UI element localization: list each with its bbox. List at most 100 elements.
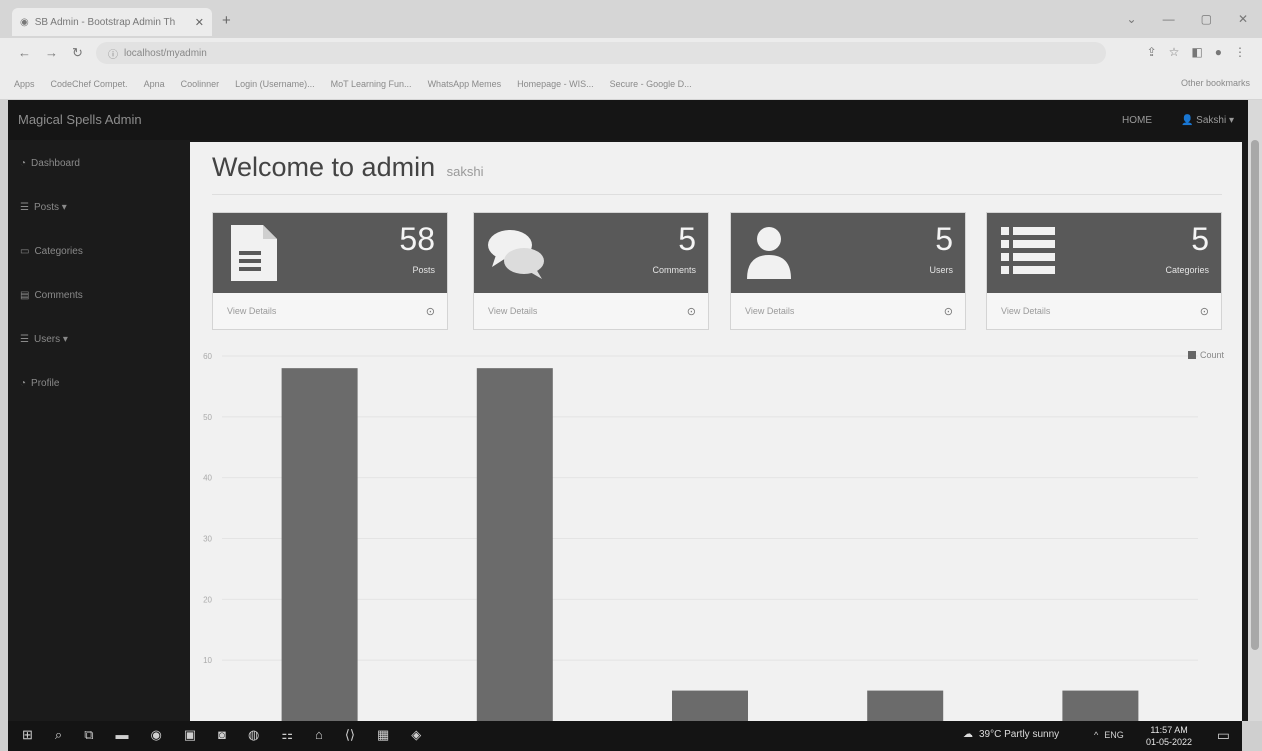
cloud-icon: ☁ — [963, 729, 973, 740]
language-indicator[interactable]: ENG — [1104, 730, 1124, 740]
chevron-up-icon[interactable]: ^ — [1094, 730, 1098, 740]
view-details-link[interactable]: View Details ⊙ — [731, 293, 965, 331]
chart-bar[interactable] — [1062, 690, 1139, 721]
minimize-icon[interactable]: — — [1163, 12, 1175, 26]
view-details-link[interactable]: View Details ⊙ — [474, 293, 708, 331]
notification-icon[interactable]: ▭ — [1217, 727, 1230, 744]
app-icon[interactable]: ▦ — [377, 727, 389, 743]
user-menu[interactable]: 👤 Sakshi ▾ — [1181, 115, 1234, 126]
close-icon[interactable]: ✕ — [1238, 12, 1248, 26]
page-title: Welcome to admin sakshi — [212, 152, 483, 183]
globe-icon: ◉ — [20, 16, 29, 28]
bookmark-item[interactable]: CodeChef Compet. — [51, 79, 128, 89]
bookmark-item[interactable]: WhatsApp Memes — [428, 79, 502, 89]
forward-arrow-icon[interactable]: → — [45, 45, 58, 61]
back-arrow-icon[interactable]: ← — [18, 45, 31, 61]
browser-action-icons: ⇪ ☆ ◧ ● ⋮ — [1147, 45, 1246, 59]
task-view-icon[interactable]: ⧉ — [84, 727, 93, 743]
app-icon[interactable]: ⌂ — [315, 727, 323, 743]
bookmark-item[interactable]: Secure - Google D... — [610, 79, 692, 89]
chrome-icon[interactable]: ◉ — [150, 727, 161, 743]
bookmark-item[interactable]: MoT Learning Fun... — [331, 79, 412, 89]
user-icon — [747, 227, 791, 279]
top-navbar: Magical Spells Admin HOME 👤 Sakshi ▾ — [8, 100, 1248, 140]
browser-tab[interactable]: ◉ SB Admin - Bootstrap Admin Th ✕ — [12, 8, 212, 36]
app-icon[interactable]: ◈ — [411, 727, 421, 743]
new-tab-button[interactable]: + — [222, 12, 231, 29]
taskbar-clock[interactable]: 11:57 AM 01-05-2022 — [1146, 724, 1192, 748]
y-tick-label: 60 — [203, 352, 212, 361]
profile-avatar-icon[interactable]: ● — [1215, 45, 1222, 59]
chart-bar[interactable] — [476, 368, 553, 721]
card-label: Users — [929, 265, 953, 275]
reload-icon[interactable]: ↻ — [72, 45, 83, 61]
sidebar: ◔ Dashboard ☰ Posts ▾ ▭ Categories ▤ Com… — [8, 140, 190, 721]
view-details-text: View Details — [745, 306, 795, 316]
chart-bar[interactable] — [672, 690, 748, 721]
star-icon[interactable]: ☆ — [1169, 45, 1180, 59]
sidebar-item-label: Categories — [34, 246, 83, 257]
chevron-down-icon[interactable]: ⌄ — [1127, 12, 1137, 26]
other-bookmarks[interactable]: Other bookmarks — [1181, 78, 1250, 88]
menu-dots-icon[interactable]: ⋮ — [1234, 45, 1246, 59]
legend-swatch — [1187, 351, 1196, 359]
address-bar-row: ← → ↻ ⓘ localhost/myadmin ⇪ ☆ ◧ ● ⋮ — [0, 38, 1262, 68]
windows-taskbar: ⊞ ⌕ ⧉ ▬ ◉ ▣ ◙ ◍ ⚏ ⌂ ⟨⟩ ▦ ◈ ☁ 39°C Partly… — [8, 721, 1242, 751]
user-icon: 👤 — [1180, 115, 1194, 126]
app-icon[interactable]: ▣ — [184, 727, 196, 743]
address-input[interactable]: ⓘ localhost/myadmin — [96, 42, 1106, 64]
bookmark-item[interactable]: Login (Username)... — [235, 79, 315, 89]
brand-title[interactable]: Magical Spells Admin — [18, 112, 142, 127]
chart-bar[interactable] — [281, 368, 358, 721]
view-details-link[interactable]: View Details ⊙ — [213, 293, 447, 331]
sidebar-item-comments[interactable]: ▤ Comments — [20, 290, 83, 301]
file-icon: ▤ — [20, 290, 30, 301]
scrollbar-thumb[interactable] — [1251, 140, 1259, 650]
arrow-circle-right-icon: ⊙ — [686, 306, 696, 318]
caret-down-icon: ▾ — [1228, 115, 1234, 126]
document-icon — [231, 225, 277, 281]
sidebar-item-label: Profile — [31, 378, 60, 389]
arrow-circle-right-icon: ⊙ — [425, 306, 435, 318]
bookmark-item[interactable]: Apps — [14, 79, 35, 89]
sidebar-item-categories[interactable]: ▭ Categories — [20, 246, 83, 257]
window-controls: ⌄ — ▢ ✕ — [1127, 12, 1248, 26]
view-details-link[interactable]: View Details ⊙ — [987, 293, 1221, 331]
card-label: Posts — [412, 265, 435, 275]
maximize-icon[interactable]: ▢ — [1201, 12, 1212, 26]
search-icon[interactable]: ⌕ — [55, 727, 62, 743]
extension-icon[interactable]: ◧ — [1191, 45, 1202, 59]
y-tick-label: 40 — [203, 474, 212, 483]
comment-icon: ▭ — [20, 246, 30, 257]
windows-start-icon[interactable]: ⊞ — [22, 727, 33, 743]
sidebar-item-label: Users ▾ — [33, 334, 68, 345]
bookmarks-bar: Apps CodeChef Compet. Apna Coolinner Log… — [0, 68, 1262, 100]
taskbar-apps: ⊞ ⌕ ⧉ ▬ ◉ ▣ ◙ ◍ ⚏ ⌂ ⟨⟩ ▦ ◈ — [22, 727, 421, 743]
app-icon[interactable]: ◙ — [218, 727, 226, 743]
sidebar-item-profile[interactable]: ◔ Profile — [20, 378, 59, 389]
app-icon[interactable]: ◍ — [248, 727, 259, 743]
bookmark-item[interactable]: Coolinner — [181, 79, 220, 89]
card-header: 58 Posts — [213, 213, 447, 293]
vscode-icon[interactable]: ⟨⟩ — [345, 727, 355, 743]
view-details-text: View Details — [488, 306, 538, 316]
nav-home-link[interactable]: HOME — [1122, 115, 1152, 126]
comments-icon — [488, 230, 544, 279]
page-scrollbar[interactable] — [1248, 100, 1262, 721]
close-tab-icon[interactable]: ✕ — [195, 16, 204, 29]
sidebar-item-dashboard[interactable]: ◔ Dashboard — [20, 158, 80, 169]
bookmark-item[interactable]: Apna — [144, 79, 165, 89]
count-bar-chart: 60 50 40 30 20 10 Count — [198, 342, 1234, 721]
weather-text: 39°C Partly sunny — [979, 729, 1060, 740]
file-explorer-icon[interactable]: ▬ — [115, 727, 128, 743]
weather-widget[interactable]: ☁ 39°C Partly sunny — [963, 729, 1059, 740]
bookmark-item[interactable]: Homepage - WIS... — [517, 79, 594, 89]
sidebar-item-posts[interactable]: ☰ Posts ▾ — [20, 202, 67, 213]
share-icon[interactable]: ⇪ — [1147, 45, 1157, 59]
legend-label: Count — [1199, 350, 1224, 360]
arrow-circle-right-icon: ⊙ — [943, 306, 953, 318]
sidebar-item-users[interactable]: ☰ Users ▾ — [20, 334, 68, 345]
app-icon[interactable]: ⚏ — [281, 727, 293, 743]
y-tick-label: 30 — [203, 535, 212, 544]
chart-bar[interactable] — [867, 690, 944, 721]
